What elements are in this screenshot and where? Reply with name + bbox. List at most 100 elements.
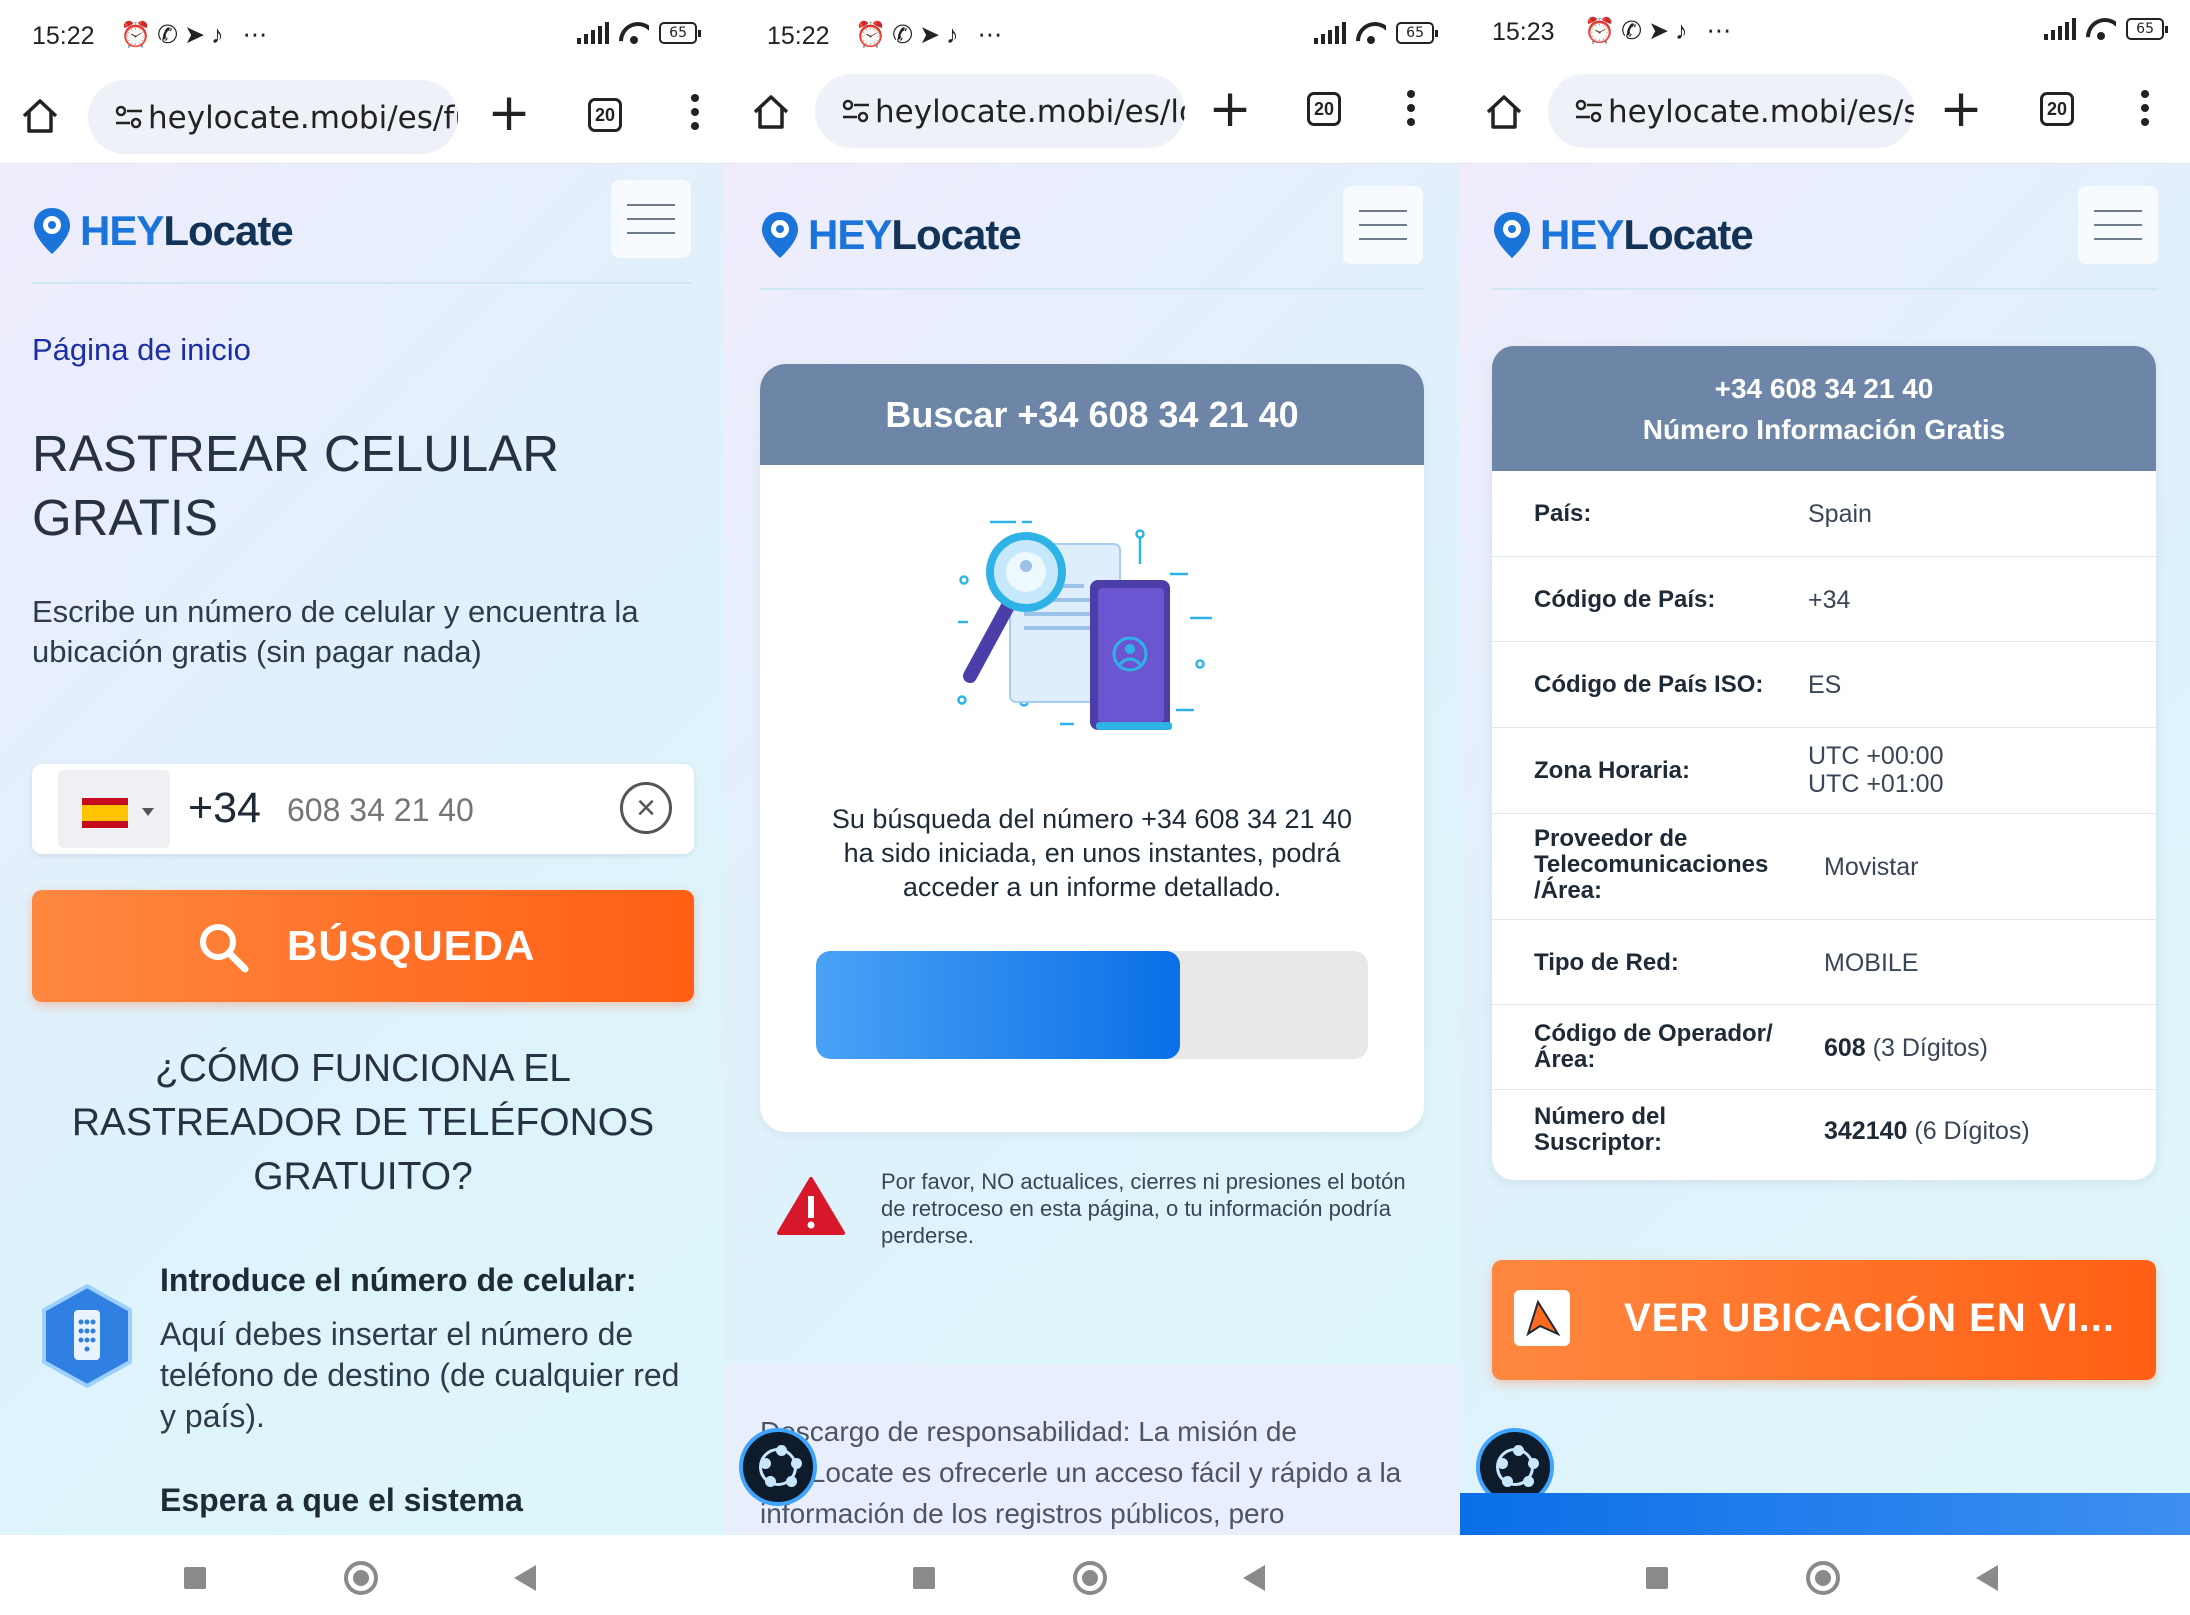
spain-flag-icon — [82, 798, 128, 828]
phone-screen-3: 15:23 ⏰✆➤♪ ⋯ 65 heylocate.mobi/es/se + 2… — [1460, 0, 2190, 1615]
notification-icons: ⏰✆➤♪ ⋯ — [120, 21, 274, 49]
wifi-icon — [1356, 22, 1386, 44]
info-row-subscriber-number: Número del Suscriptor: 342140 (6 Dígitos… — [1534, 1103, 2030, 1156]
hamburger-menu-button[interactable] — [1343, 186, 1423, 264]
how-it-works-title: ¿CÓMO FUNCIONA EL RASTREADOR DE TELÉFONO… — [71, 1047, 655, 1198]
new-tab-icon[interactable]: + — [1207, 83, 1253, 135]
location-pin-icon — [1494, 212, 1530, 258]
phone-keypad-icon — [42, 1284, 132, 1388]
search-status-message: Su búsqueda del número +34 608 34 21 40 … — [831, 804, 1353, 902]
dial-code: +34 — [188, 784, 261, 832]
url-text: heylocate.mobi/es/se — [1608, 94, 1914, 130]
url-text: heylocate.mobi/es/loa — [875, 94, 1185, 130]
site-settings-icon[interactable] — [114, 104, 144, 130]
info-row-iso-code: Código de País ISO: ES — [1492, 642, 2156, 728]
country-selector[interactable] — [58, 770, 170, 848]
view-location-button[interactable]: VER UBICACIÓN EN VI... — [1492, 1260, 2156, 1380]
hamburger-menu-button[interactable] — [611, 180, 691, 258]
location-pin-icon — [762, 212, 798, 258]
new-tab-icon[interactable]: + — [486, 87, 532, 139]
phone-screen-2: 15:22 ⏰✆➤♪ ⋯ 65 heylocate.mobi/es/loa + … — [723, 0, 1460, 1615]
search-button[interactable]: BÚSQUEDA — [32, 890, 694, 1002]
info-row-carrier: Proveedor de Telecomunicaciones /Área: M… — [1492, 814, 2156, 920]
site-header: HEYLocate — [760, 164, 1423, 290]
do-not-refresh-warning: Por favor, NO actualices, cierres ni pre… — [881, 1169, 1406, 1248]
address-bar[interactable]: heylocate.mobi/es/loa — [815, 74, 1185, 148]
system-nav-bar — [723, 1535, 1460, 1615]
search-icon — [200, 924, 249, 973]
notification-icons: ⏰✆➤♪ ⋯ — [1584, 17, 1738, 45]
step-1-description: Aquí debes insertar el número de teléfon… — [160, 1316, 680, 1434]
browser-toolbar: heylocate.mobi/es/loa + 20 — [723, 72, 1460, 164]
new-tab-icon[interactable]: + — [1938, 83, 1984, 135]
address-bar[interactable]: heylocate.mobi/es/fre — [88, 80, 458, 154]
recents-icon[interactable] — [913, 1567, 935, 1589]
phone-screen-1: 15:22 ⏰✆➤♪ ⋯ 65 heylocate.mobi/es/fre + … — [0, 0, 723, 1615]
address-bar[interactable]: heylocate.mobi/es/se — [1548, 74, 1914, 148]
home-icon[interactable] — [751, 92, 791, 132]
search-progress-bar — [816, 951, 1368, 1059]
search-document-illustration — [957, 520, 1212, 730]
tab-switcher-button[interactable]: 20 — [588, 98, 622, 132]
home-button-icon[interactable] — [344, 1561, 378, 1595]
system-nav-bar — [1460, 1535, 2190, 1615]
signal-icon — [2044, 18, 2077, 40]
recents-icon[interactable] — [184, 1567, 206, 1589]
disclaimer-text: Descargo de responsabilidad: La misión d… — [760, 1416, 1402, 1529]
back-icon[interactable] — [1243, 1565, 1265, 1591]
back-icon[interactable] — [514, 1565, 536, 1591]
home-button-icon[interactable] — [1806, 1561, 1840, 1595]
status-time: 15:22 — [767, 22, 830, 50]
site-settings-icon[interactable] — [841, 98, 871, 124]
location-pin-icon — [34, 208, 70, 254]
accessibility-widget-button[interactable] — [739, 1428, 817, 1506]
info-row-country-code: Código de País: +34 — [1492, 557, 2156, 642]
card-header: +34 608 34 21 40 Número Información Grat… — [1492, 346, 2156, 471]
info-row-timezone: Zona Horaria: UTC +00:00 UTC +01:00 — [1492, 728, 2156, 814]
home-icon[interactable] — [1484, 92, 1524, 132]
more-menu-icon[interactable] — [690, 94, 700, 134]
url-text: heylocate.mobi/es/fre — [148, 100, 458, 136]
browser-toolbar: heylocate.mobi/es/se + 20 — [1460, 72, 2190, 164]
navigation-arrow-icon — [1514, 1290, 1570, 1346]
site-header: HEYLocate — [1492, 164, 2158, 290]
heylocate-logo[interactable]: HEYLocate — [760, 210, 1022, 260]
home-button-icon[interactable] — [1073, 1561, 1107, 1595]
tab-switcher-button[interactable]: 20 — [1307, 92, 1341, 126]
step-2-title: Espera a que el sistema — [160, 1482, 523, 1518]
system-nav-bar — [0, 1535, 723, 1615]
back-icon[interactable] — [1976, 1565, 1998, 1591]
number-info-card: +34 608 34 21 40 Número Información Grat… — [1492, 346, 2156, 1180]
status-bar: 15:22 ⏰✆➤♪ ⋯ 65 — [0, 0, 723, 72]
status-time: 15:22 — [32, 22, 95, 50]
phone-number-field[interactable] — [287, 792, 587, 829]
clear-input-icon[interactable]: × — [620, 782, 672, 834]
tab-switcher-button[interactable]: 20 — [2040, 92, 2074, 126]
web-page: HEYLocate +34 608 34 21 40 Número Inform… — [1460, 164, 2190, 1535]
recents-icon[interactable] — [1646, 1567, 1668, 1589]
hamburger-menu-button[interactable] — [2078, 186, 2158, 264]
status-bar: 15:22 ⏰✆➤♪ ⋯ 65 — [723, 0, 1460, 72]
info-row-operator-code: Código de Operador/ Área: 608 (3 Dígitos… — [1492, 1005, 2156, 1090]
phone-number-input-group: +34 × — [32, 764, 694, 854]
battery-icon: 65 — [2126, 18, 2168, 40]
web-page: HEYLocate Página de inicio RASTREAR CELU… — [0, 164, 723, 1535]
heylocate-logo[interactable]: HEYLocate — [1492, 210, 1754, 260]
signal-icon — [577, 22, 610, 44]
more-menu-icon[interactable] — [2140, 90, 2150, 130]
warning-icon — [777, 1177, 845, 1235]
chevron-down-icon — [142, 808, 154, 816]
heylocate-logo[interactable]: HEYLocate — [32, 206, 294, 256]
wifi-icon — [619, 22, 649, 44]
info-row-country: País: Spain — [1492, 471, 2156, 557]
more-menu-icon[interactable] — [1406, 90, 1416, 130]
home-icon[interactable] — [20, 96, 60, 136]
battery-icon: 65 — [1396, 22, 1438, 44]
site-settings-icon[interactable] — [1574, 98, 1604, 124]
signal-icon — [1314, 22, 1347, 44]
breadcrumb-home[interactable]: Página de inicio — [32, 332, 251, 368]
wifi-icon — [2086, 18, 2116, 40]
page-title: RASTREAR CELULAR GRATIS — [32, 425, 560, 546]
step-1-title: Introduce el número de celular: — [160, 1262, 637, 1298]
lead-text: Escribe un número de celular y encuentra… — [32, 594, 639, 669]
